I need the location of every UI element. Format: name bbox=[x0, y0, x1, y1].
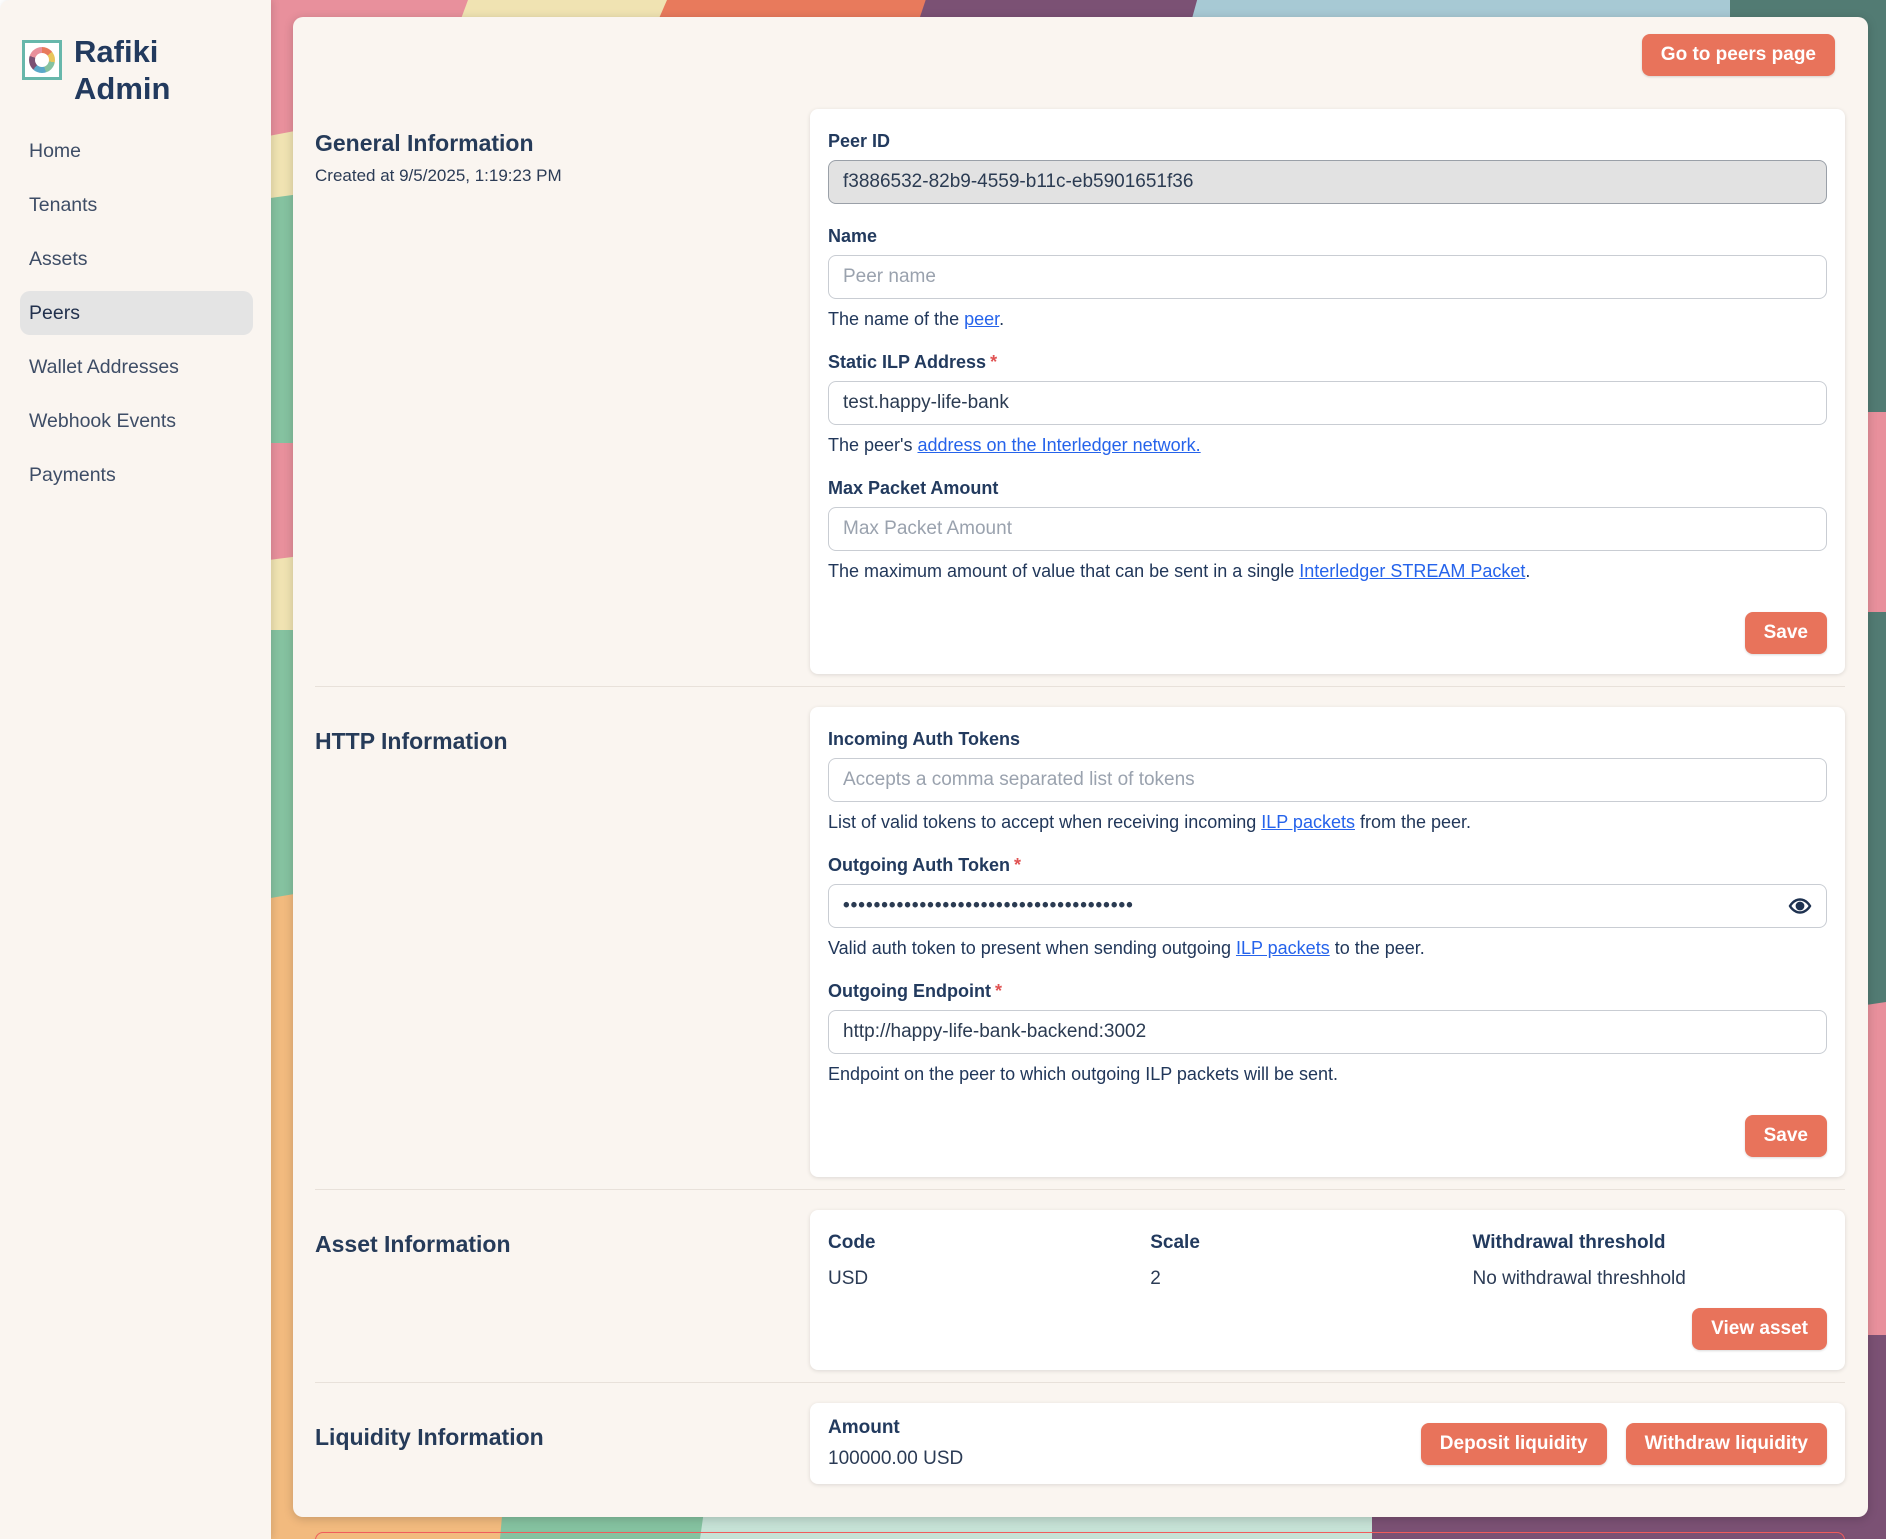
outgoing-endpoint-field[interactable] bbox=[828, 1010, 1827, 1054]
interledger-address-link[interactable]: address on the Interledger network. bbox=[917, 435, 1200, 455]
ilp-packets-link[interactable]: ILP packets bbox=[1236, 938, 1330, 958]
sidebar: Rafiki Admin Home Tenants Assets Peers W… bbox=[0, 0, 271, 1539]
withdrawal-threshold-value: No withdrawal threshhold bbox=[1473, 1268, 1827, 1290]
http-information-card: Incoming Auth Tokens List of valid token… bbox=[810, 707, 1845, 1177]
liquidity-amount-value: 100000.00 USD bbox=[828, 1448, 963, 1470]
brand[interactable]: Rafiki Admin bbox=[0, 0, 271, 107]
sidebar-item-home[interactable]: Home bbox=[20, 129, 253, 173]
asset-scale-label: Scale bbox=[1150, 1232, 1472, 1254]
incoming-auth-tokens-help: List of valid tokens to accept when rece… bbox=[828, 812, 1827, 833]
section-asset-information: Asset Information Code USD Scale 2 Withd… bbox=[315, 1189, 1845, 1382]
stream-packet-link[interactable]: Interledger STREAM Packet bbox=[1299, 561, 1525, 581]
withdrawal-threshold-label: Withdrawal threshold bbox=[1473, 1232, 1827, 1254]
asset-information-title: Asset Information bbox=[315, 1231, 810, 1258]
general-save-button[interactable]: Save bbox=[1745, 612, 1827, 654]
withdraw-liquidity-button[interactable]: Withdraw liquidity bbox=[1626, 1423, 1827, 1465]
peer-id-label: Peer ID bbox=[828, 131, 1827, 152]
required-marker: * bbox=[990, 352, 997, 372]
name-field[interactable] bbox=[828, 255, 1827, 299]
app-title: Rafiki Admin bbox=[74, 34, 204, 107]
sidebar-item-webhook-events[interactable]: Webhook Events bbox=[20, 399, 253, 443]
eye-icon bbox=[1788, 894, 1812, 918]
view-asset-button[interactable]: View asset bbox=[1692, 1308, 1827, 1350]
required-marker: * bbox=[1014, 855, 1021, 875]
ilp-packets-link[interactable]: ILP packets bbox=[1261, 812, 1355, 832]
section-general-information: General Information Created at 9/5/2025,… bbox=[315, 109, 1845, 686]
static-ilp-address-field[interactable] bbox=[828, 381, 1827, 425]
incoming-auth-tokens-label: Incoming Auth Tokens bbox=[828, 729, 1827, 750]
http-save-button[interactable]: Save bbox=[1745, 1115, 1827, 1157]
incoming-auth-tokens-field[interactable] bbox=[828, 758, 1827, 802]
created-at-text: Created at 9/5/2025, 1:19:23 PM bbox=[315, 166, 810, 186]
max-packet-amount-label: Max Packet Amount bbox=[828, 478, 1827, 499]
general-information-card: Peer ID Name The name of the peer. Stati… bbox=[810, 109, 1845, 674]
liquidity-information-card: Amount 100000.00 USD Deposit liquidity W… bbox=[810, 1403, 1845, 1484]
sidebar-item-tenants[interactable]: Tenants bbox=[20, 183, 253, 227]
outgoing-auth-token-field[interactable] bbox=[828, 884, 1827, 928]
sidebar-item-peers[interactable]: Peers bbox=[20, 291, 253, 335]
outgoing-auth-token-help: Valid auth token to present when sending… bbox=[828, 938, 1827, 959]
rafiki-logo-icon bbox=[22, 40, 62, 80]
peer-link[interactable]: peer bbox=[964, 309, 999, 329]
asset-information-card: Code USD Scale 2 Withdrawal threshold No… bbox=[810, 1210, 1845, 1370]
max-packet-help: The maximum amount of value that can be … bbox=[828, 561, 1827, 582]
peer-detail-page: Go to peers page General Information Cre… bbox=[293, 17, 1868, 1517]
outgoing-auth-token-label: Outgoing Auth Token* bbox=[828, 855, 1827, 876]
liquidity-amount-label: Amount bbox=[828, 1417, 963, 1439]
name-label: Name bbox=[828, 226, 1827, 247]
sidebar-item-payments[interactable]: Payments bbox=[20, 453, 253, 497]
deposit-liquidity-button[interactable]: Deposit liquidity bbox=[1421, 1423, 1607, 1465]
go-to-peers-page-button[interactable]: Go to peers page bbox=[1642, 34, 1835, 76]
outgoing-endpoint-help: Endpoint on the peer to which outgoing I… bbox=[828, 1064, 1827, 1085]
ilp-help: The peer's address on the Interledger ne… bbox=[828, 435, 1827, 456]
asset-code-value: USD bbox=[828, 1268, 1150, 1290]
page: Rafiki Admin Home Tenants Assets Peers W… bbox=[0, 0, 1886, 1539]
toggle-password-visibility-button[interactable] bbox=[1787, 893, 1813, 919]
sidebar-item-wallet-addresses[interactable]: Wallet Addresses bbox=[20, 345, 253, 389]
sidebar-item-assets[interactable]: Assets bbox=[20, 237, 253, 281]
required-marker: * bbox=[995, 981, 1002, 1001]
liquidity-information-title: Liquidity Information bbox=[315, 1424, 810, 1451]
sidebar-nav: Home Tenants Assets Peers Wallet Address… bbox=[0, 129, 271, 497]
page-topbar: Go to peers page bbox=[315, 17, 1845, 109]
name-help: The name of the peer. bbox=[828, 309, 1827, 330]
max-packet-amount-field[interactable] bbox=[828, 507, 1827, 551]
general-information-title: General Information bbox=[315, 130, 810, 157]
static-ilp-address-label: Static ILP Address* bbox=[828, 352, 1827, 373]
asset-code-label: Code bbox=[828, 1232, 1150, 1254]
asset-scale-value: 2 bbox=[1150, 1268, 1472, 1290]
section-http-information: HTTP Information Incoming Auth Tokens Li… bbox=[315, 686, 1845, 1189]
delete-peer-panel: Delete Peer Please note that this action… bbox=[315, 1532, 1845, 1539]
peer-id-field bbox=[828, 160, 1827, 204]
section-liquidity-information: Liquidity Information Amount 100000.00 U… bbox=[315, 1382, 1845, 1496]
outgoing-endpoint-label: Outgoing Endpoint* bbox=[828, 981, 1827, 1002]
http-information-title: HTTP Information bbox=[315, 728, 810, 755]
